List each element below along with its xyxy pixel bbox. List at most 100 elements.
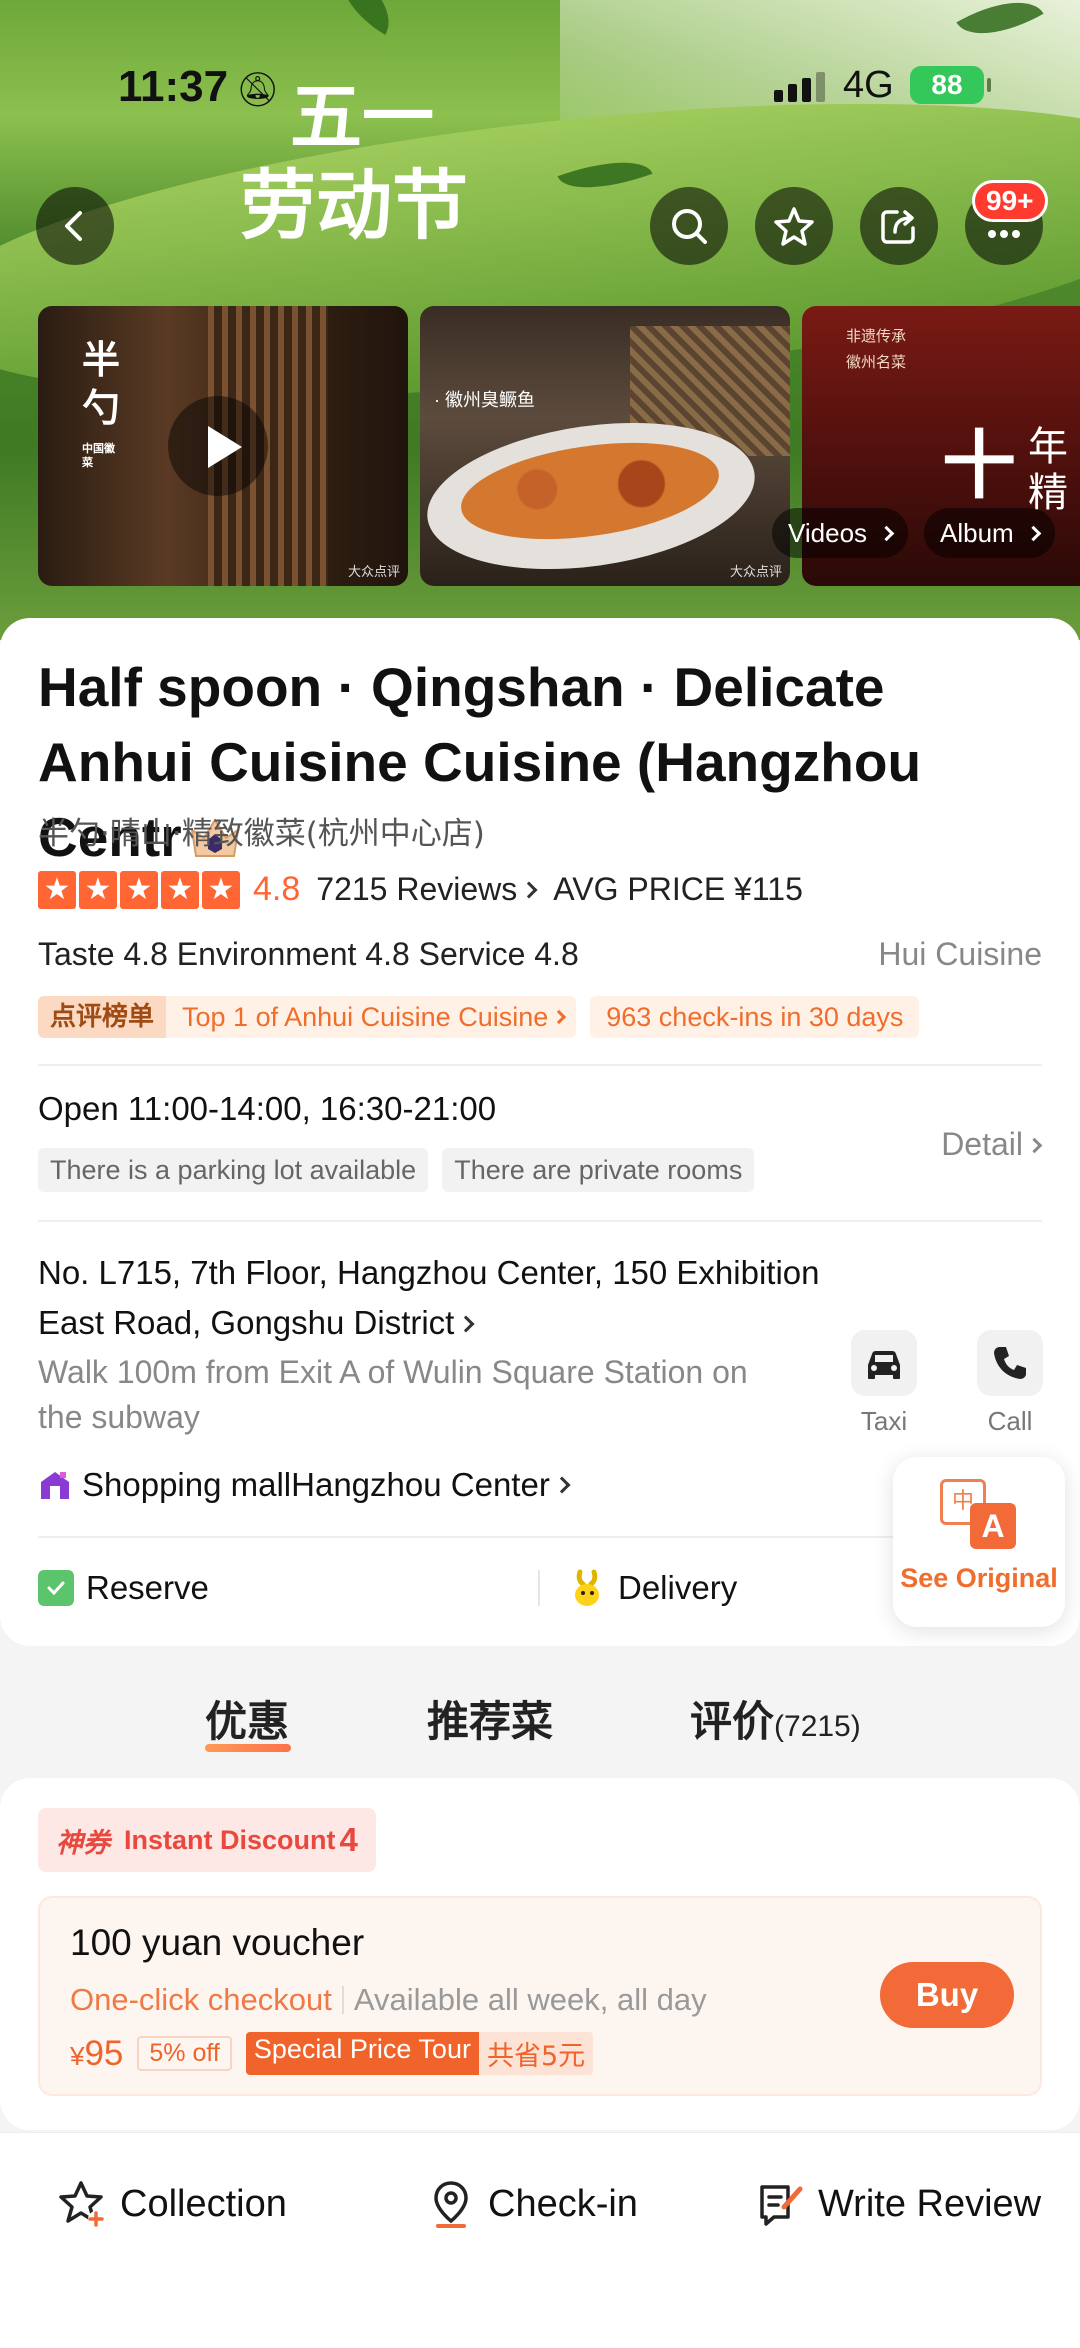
delivery-rabbit-icon [575,1569,599,1606]
notification-badge: 99+ [972,180,1048,222]
delivery-button[interactable]: Delivery [570,1568,737,1608]
tag-row: 点评榜单 Top 1 of Anhui Cuisine Cuisine 963 … [38,996,920,1038]
voucher-info: One-click checkout Available all week, a… [70,1982,707,2018]
divider [38,1536,1042,1538]
subscore-row: Taste 4.8 Environment 4.8 Service 4.8 Hu… [38,936,1042,973]
rating-score: 4.8 [253,870,301,908]
review-count[interactable]: 7215 Reviews [316,871,538,908]
discount-percent: 5% off [137,2036,232,2071]
tab-reviews[interactable]: 评价(7215) [690,1688,861,1749]
checkin-button[interactable]: Check-in [424,2177,638,2231]
hero-banner: 11:37 🔕︎ 4G 88 五一 劳动节 99+ 半勺 中国徽菜 大众点评 · … [0,0,1080,640]
festival-logo: 五一 劳动节 [240,75,468,250]
call-label: Call [987,1406,1033,1436]
chevron-right-icon [1026,1137,1043,1154]
dish-caption: · 徽州臭鳜鱼 [434,390,535,410]
ranking-tag[interactable]: 点评榜单 Top 1 of Anhui Cuisine Cuisine [38,996,577,1038]
chevron-right-icon [520,881,538,899]
share-button[interactable] [860,187,938,265]
checkout-label: One-click checkout [70,1982,332,2017]
checkins-tag: 963 check-ins in 30 days [590,996,920,1038]
subscores: Taste 4.8 Environment 4.8 Service 4.8 [38,936,579,972]
collection-button[interactable]: Collection [56,2177,287,2231]
reserve-button[interactable]: Reserve [38,1569,538,1607]
chevron-right-icon [553,1476,571,1494]
chevron-right-icon [878,525,895,541]
amenity-tags: There is a parking lot available There a… [38,1148,755,1192]
cuisine-category: Hui Cuisine [878,936,1042,972]
buy-button[interactable]: Buy [880,1962,1014,2028]
opening-hours: Open 11:00-14:00, 16:30-21:00 [38,1090,497,1127]
search-icon [672,209,707,244]
tab-recommended-dishes[interactable]: 推荐菜 [427,1688,553,1749]
divider [341,1986,344,2014]
location-pin-icon [434,2181,468,2228]
amenity-parking: There is a parking lot available [38,1148,429,1192]
discount-count: 4 [339,1821,358,1858]
section-tabs: 优惠 推荐菜 评价(7215) [0,1680,1080,1760]
leaf-decoration [324,0,406,35]
check-icon [38,1570,74,1606]
watermark: 大众点评 [347,564,400,579]
voucher-card[interactable]: 100 yuan voucher One-click checkout Avai… [38,1896,1042,2096]
rating-row[interactable]: ★ ★ ★ ★ ★ 4.8 7215 Reviews AVG PRICE ¥11… [38,870,803,909]
mall-icon [41,1472,69,1499]
voucher-price: ¥95 [70,2033,124,2073]
restaurant-logo: 半勺 中国徽菜 [82,337,121,469]
divider [38,1064,1042,1066]
ranking-text: Top 1 of Anhui Cuisine Cuisine [166,996,576,1038]
availability-label: Available all week, all day [353,1982,707,2017]
write-review-button[interactable]: Write Review [754,2177,1041,2231]
heritage-text: 非遗传承 徽州名菜 [846,328,907,371]
star-icon [774,207,814,246]
detail-link[interactable]: Detail [941,1126,1043,1163]
chevron-right-icon [552,1009,567,1025]
play-icon[interactable] [168,396,268,496]
star-icon: ★ [79,870,117,909]
taxi-button[interactable]: Taxi [844,1330,924,1437]
divider [38,1220,1042,1222]
star-icon: ★ [202,870,240,909]
back-button[interactable] [36,187,114,265]
media-photo-card[interactable]: · 徽州臭鳜鱼 大众点评 [420,306,790,586]
watermark: 大众点评 [729,564,782,579]
refined-text: 年精 [1028,424,1068,516]
walking-directions: Walk 100m from Exit A of Wulin Square St… [38,1354,748,1435]
coupon-badge: 神券 [56,1827,110,1859]
amenity-private-rooms: There are private rooms [442,1148,755,1192]
album-button[interactable]: Album [924,508,1055,558]
videos-label: Videos [788,518,868,548]
chevron-right-icon [1025,525,1041,541]
address-link[interactable]: No. L715, 7th Floor, Hangzhou Center, 15… [38,1248,838,1348]
discount-text: Instant Discount [124,1824,336,1855]
service-row: Reserve Delivery [38,1568,1042,1608]
shopping-mall-link[interactable]: Shopping mall Hangzhou Center [38,1466,571,1504]
chevron-left-icon [65,211,82,241]
deals-section: 神券 Instant Discount 4 100 yuan voucher O… [0,1778,1080,2130]
car-icon [868,1350,900,1379]
special-price-tag: Special Price Tour 共省5元 [245,2032,594,2075]
signal-icon [774,72,825,102]
active-tab-indicator [205,1744,291,1752]
star-icon: ★ [161,870,199,909]
phone-icon [994,1347,1026,1379]
see-original-label: See Original [900,1563,1058,1593]
album-label: Album [940,518,1014,548]
favorite-button[interactable] [755,187,833,265]
voucher-title: 100 yuan voucher [70,1922,365,1963]
instant-discount-tag: 神券 Instant Discount 4 [38,1808,376,1872]
star-plus-icon [59,2181,104,2227]
videos-button[interactable]: Videos [772,508,909,558]
tab-deals[interactable]: 优惠 [205,1688,289,1749]
ranking-badge: 点评榜单 [38,996,167,1038]
average-price: AVG PRICE ¥115 [553,871,803,907]
search-button[interactable] [650,187,728,265]
restaurant-chinese-name: 半勺·晴山·精致徽菜(杭州中心店) [38,816,485,852]
star-icon: ★ [120,870,158,909]
network-type: 4G [843,64,894,106]
edit-review-icon [760,2185,803,2226]
divider [538,1570,540,1606]
media-video-card[interactable]: 半勺 中国徽菜 大众点评 [38,306,408,586]
see-original-button[interactable]: 中 A See Original [893,1457,1065,1627]
call-button[interactable]: Call [970,1330,1050,1437]
